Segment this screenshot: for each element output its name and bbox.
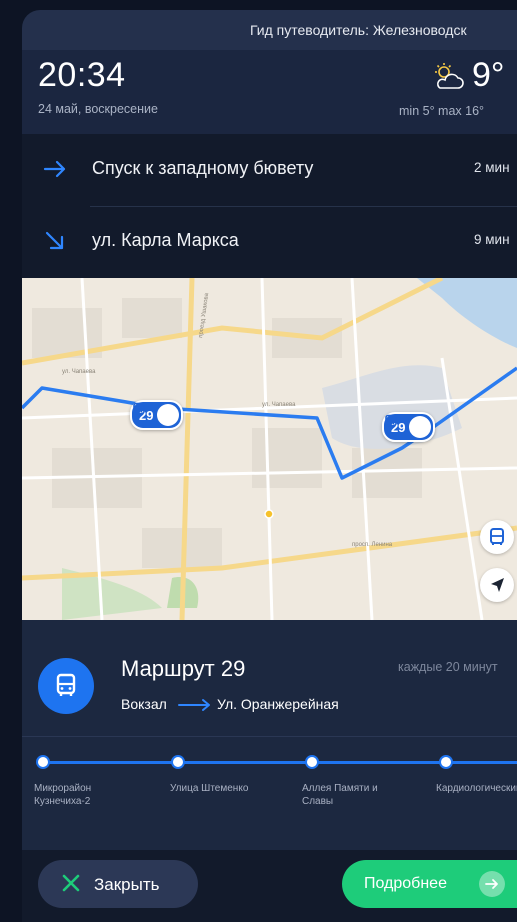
status-bar: 20:34 24 май, воскресение 9° min 5° max … — [22, 50, 517, 134]
direction-item[interactable]: Спуск к западному бювету 2 мин — [22, 134, 517, 207]
stop-dot[interactable] — [439, 755, 453, 769]
action-bar: Закрыть Подробнее — [22, 850, 517, 922]
close-button[interactable]: Закрыть — [38, 860, 198, 908]
street-label: ул. Чапаева — [262, 402, 296, 408]
street-label: просп. Ленина — [352, 542, 393, 548]
bus-route-marker[interactable]: 29 — [130, 400, 184, 430]
stop-dot[interactable] — [36, 755, 50, 769]
navigation-arrow-icon — [491, 578, 504, 592]
arrow-right-icon — [178, 699, 210, 711]
bus-icon — [56, 673, 76, 696]
route-frequency: каждые 20 минут — [398, 660, 498, 674]
direction-minutes: 9 мин — [474, 232, 510, 247]
route-origin: Вокзал — [121, 696, 167, 712]
clock-time: 20:34 — [38, 56, 126, 94]
guide-title: Гид путеводитель: Железноводск — [250, 22, 467, 38]
stop-label: Микрорайон Кузнечиха-2 — [34, 783, 92, 807]
divider — [22, 736, 517, 737]
arrow-right-icon — [479, 871, 505, 897]
stop-label: Кардиологический центр — [436, 783, 517, 794]
temperature: 9° — [472, 56, 505, 94]
direction-name: ул. Карла Маркса — [92, 230, 239, 250]
close-label: Закрыть — [94, 875, 160, 894]
arrow-right-icon — [43, 160, 66, 178]
close-icon — [62, 874, 80, 892]
street-label: ул. Чапаева — [62, 369, 96, 375]
directions-list: Спуск к западному бювету 2 мин ул. Карла… — [22, 134, 517, 278]
app-frame: Гид путеводитель: Железноводск 20:34 24 … — [0, 0, 517, 922]
arrow-down-right-icon — [45, 231, 64, 250]
route-map[interactable]: ул. Чапаева просп. Ленина проезд Ушакова… — [22, 278, 517, 620]
direction-minutes: 2 мин — [474, 160, 510, 175]
temperature-min-max: min 5° max 16° — [399, 104, 485, 118]
bus-icon — [385, 414, 432, 438]
direction-name: Спуск к западному бювету — [92, 158, 314, 178]
stop-dot[interactable] — [171, 755, 185, 769]
partly-cloudy-icon — [435, 63, 464, 89]
current-date: 24 май, воскресение — [38, 102, 158, 116]
route-destination: Ул. Оранжерейная — [217, 696, 339, 712]
details-label: Подробнее — [364, 875, 447, 892]
bus-icon — [133, 402, 180, 426]
route-panel: Маршрут 29 каждые 20 минут Вокзал Ул. Ор… — [22, 620, 517, 850]
stop-label: Аллея Памяти и Славы — [302, 783, 378, 807]
route-bus-badge — [38, 658, 94, 714]
stop-label: Улица Штеменко — [170, 783, 249, 794]
map-canvas: ул. Чапаева просп. Ленина проезд Ушакова… — [22, 278, 517, 620]
bus-icon — [490, 528, 504, 545]
locate-me-button[interactable] — [480, 568, 514, 602]
transport-layer-button[interactable] — [480, 520, 514, 554]
route-title: Маршрут 29 — [121, 656, 246, 681]
details-button[interactable]: Подробнее — [342, 860, 517, 908]
stop-dot[interactable] — [305, 755, 319, 769]
guide-title-bar: Гид путеводитель: Железноводск — [22, 10, 517, 50]
bus-route-marker[interactable]: 29 — [382, 412, 436, 442]
direction-item[interactable]: ул. Карла Маркса 9 мин — [22, 206, 517, 278]
